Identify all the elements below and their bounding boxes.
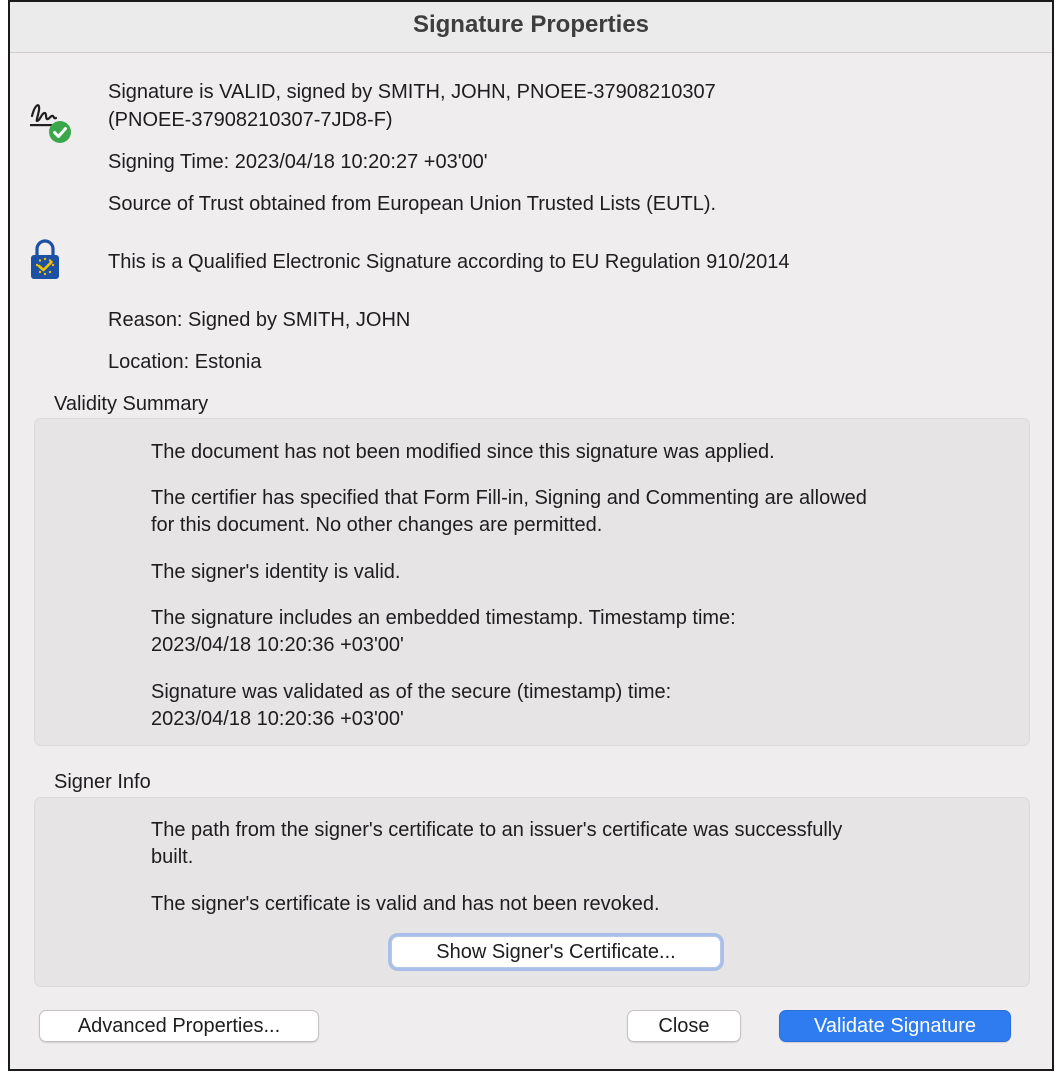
signer-info-label: Signer Info	[54, 771, 151, 793]
validity-item: The signature includes an embedded times…	[151, 607, 736, 629]
close-button[interactable]: Close	[627, 1010, 741, 1042]
signer-info-item-cont: built.	[151, 846, 194, 868]
eu-lock-icon	[31, 239, 59, 279]
source-of-trust: Source of Trust obtained from European U…	[108, 193, 717, 215]
location: Location: Estonia	[108, 351, 262, 373]
title-bar: Signature Properties	[10, 2, 1052, 53]
signature-status-line1: Signature is VALID, signed by SMITH, JOH…	[108, 81, 716, 103]
show-signers-certificate-button[interactable]: Show Signer's Certificate...	[391, 936, 721, 968]
validate-signature-button[interactable]: Validate Signature	[779, 1010, 1011, 1042]
validity-item-cont: 2023/04/18 10:20:36 +03'00'	[151, 634, 404, 656]
signer-info-panel: The path from the signer's certificate t…	[34, 797, 1030, 987]
advanced-properties-button[interactable]: Advanced Properties...	[39, 1010, 319, 1042]
reason: Reason: Signed by SMITH, JOHN	[108, 309, 411, 331]
validity-summary-label: Validity Summary	[54, 393, 209, 415]
qualified-signature-note: This is a Qualified Electronic Signature…	[108, 251, 790, 273]
validity-summary-panel: The document has not been modified since…	[34, 418, 1030, 746]
validity-item: The signer's identity is valid.	[151, 561, 401, 583]
signing-time: Signing Time: 2023/04/18 10:20:27 +03'00…	[108, 151, 488, 173]
signer-info-item: The signer's certificate is valid and ha…	[151, 893, 660, 915]
validity-item: The certifier has specified that Form Fi…	[151, 487, 867, 509]
validity-item-cont: for this document. No other changes are …	[151, 514, 603, 536]
signature-status-line2: (PNOEE-37908210307-7JD8-F)	[108, 109, 393, 131]
signature-check-icon	[30, 104, 71, 143]
validity-item: Signature was validated as of the secure…	[151, 681, 672, 703]
signer-info-item: The path from the signer's certificate t…	[151, 819, 843, 841]
validity-item: The document has not been modified since…	[151, 441, 775, 463]
window-title: Signature Properties	[412, 11, 650, 38]
signature-properties-window: Signature Properties Signature is VALID,…	[8, 0, 1054, 1071]
validity-item-cont: 2023/04/18 10:20:36 +03'00'	[151, 708, 404, 730]
